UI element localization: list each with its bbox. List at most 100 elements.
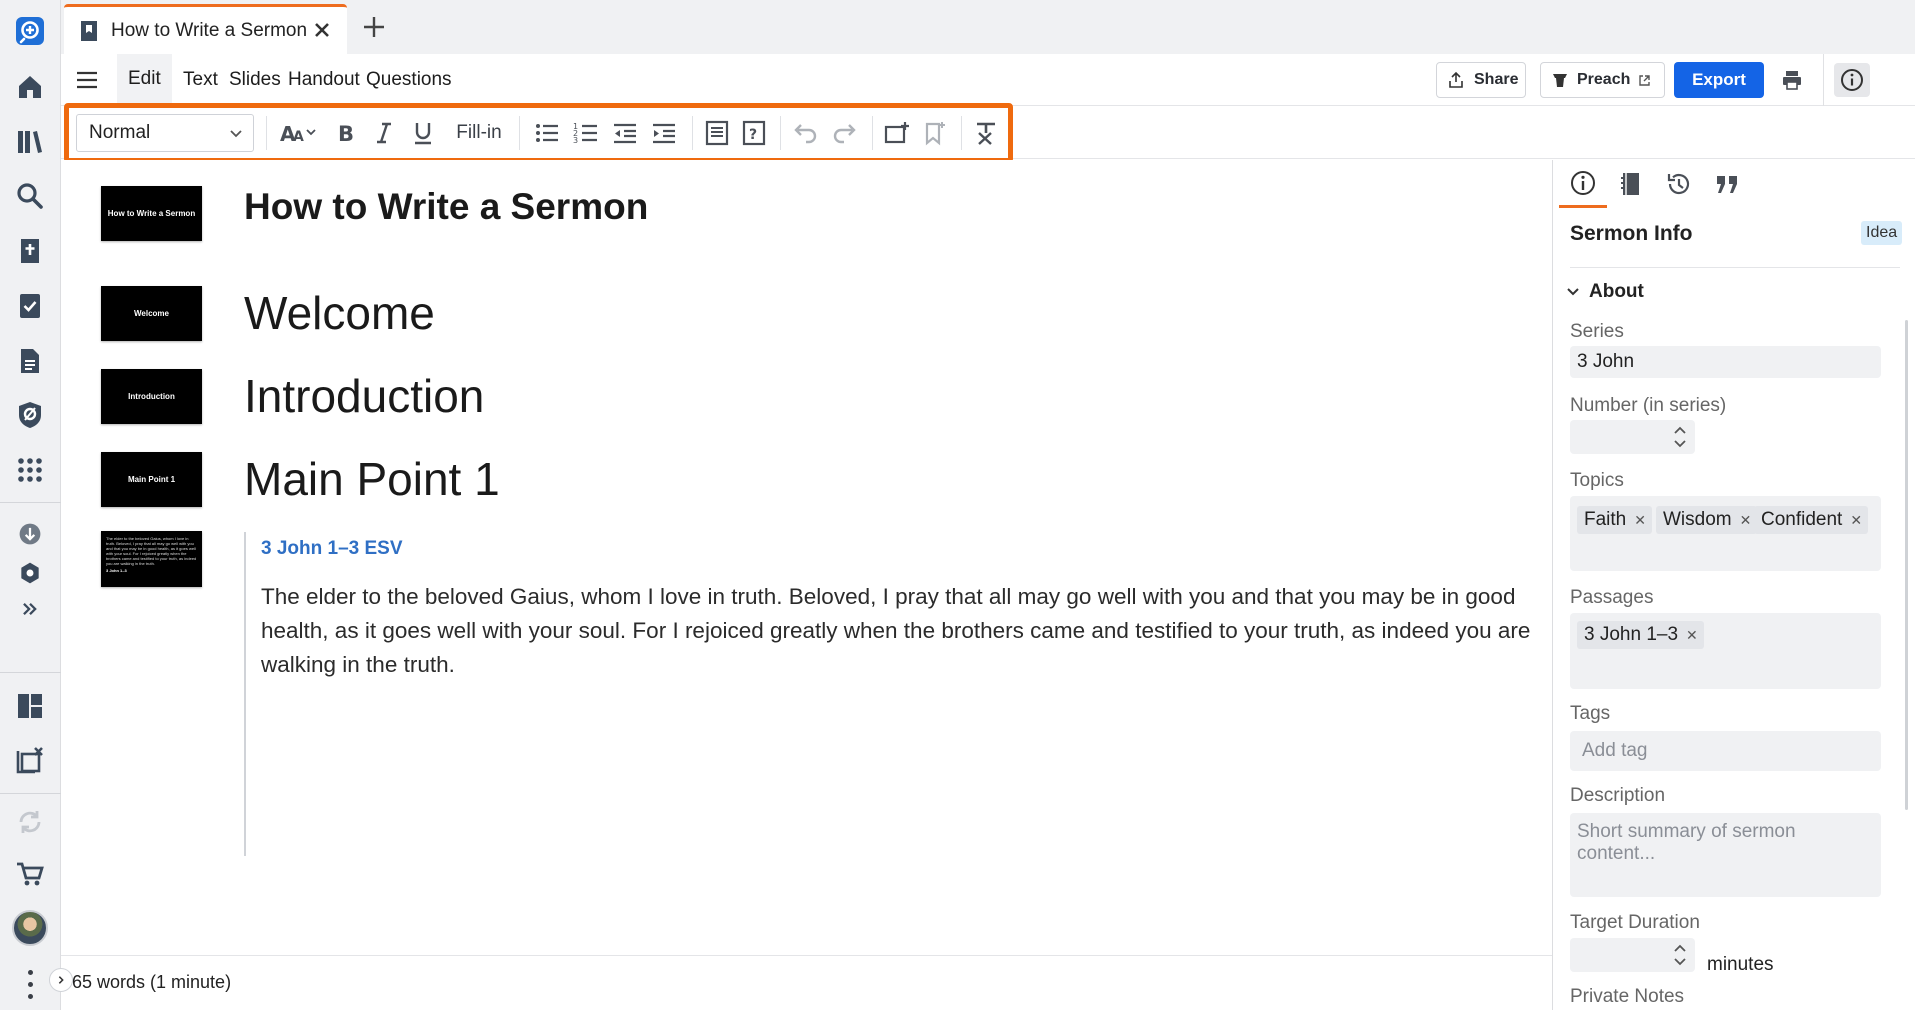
tab-title: How to Write a Sermon (111, 19, 308, 41)
block-insert-icon[interactable] (701, 115, 733, 151)
hamburger-menu-icon[interactable] (75, 68, 99, 92)
notebook-icon (1621, 173, 1639, 195)
remove-chip-icon[interactable]: ✕ (1634, 512, 1646, 529)
scripture-reference-link[interactable]: 3 John 1–3 ESV (261, 538, 1534, 560)
logos-logo-icon[interactable] (8, 9, 52, 53)
chevron-right-icon[interactable] (49, 968, 73, 992)
remove-chip-icon[interactable]: ✕ (1740, 512, 1752, 529)
bulleted-list-icon[interactable] (531, 115, 563, 151)
sermon-icon[interactable] (8, 229, 52, 273)
italic-icon[interactable] (369, 115, 399, 151)
slide-thumbnail[interactable]: How to Write a Sermon (101, 186, 202, 241)
numbered-list-icon[interactable]: 123 (570, 115, 602, 151)
export-button[interactable]: Export (1674, 62, 1764, 98)
toolbar-divider (780, 116, 781, 150)
font-size-icon[interactable]: AA (279, 115, 321, 151)
status-badge[interactable]: Idea (1861, 221, 1903, 245)
chevron-down-icon (1567, 288, 1579, 296)
sermon-title[interactable]: How to Write a Sermon (244, 186, 648, 228)
search-icon[interactable] (8, 174, 52, 218)
description-textarea[interactable]: Short summary of sermon content... (1570, 813, 1881, 897)
slide-thumbnail[interactable]: Main Point 1 (101, 452, 202, 507)
slide-thumbnail[interactable]: The elder to the beloved Gaius, whom I l… (101, 531, 202, 587)
panel-divider (1570, 267, 1900, 268)
library-icon[interactable] (8, 120, 52, 164)
topic-chip[interactable]: Faith ✕ (1577, 506, 1652, 534)
remove-chip-icon[interactable]: ✕ (1850, 512, 1862, 529)
svg-text:A: A (293, 129, 304, 145)
thumbnail-verse-text: The elder to the beloved Gaius, whom I l… (106, 536, 197, 566)
menu-questions[interactable]: Questions (355, 54, 463, 106)
tab-history[interactable] (1655, 160, 1703, 208)
duration-label: Target Duration (1570, 912, 1700, 933)
expand-icon[interactable] (8, 587, 52, 631)
slide-thumbnail[interactable]: Welcome (101, 286, 202, 341)
new-tab-plus-icon[interactable] (361, 14, 387, 40)
menu-edit[interactable]: Edit (117, 54, 172, 106)
add-slide-icon[interactable] (881, 115, 913, 151)
preach-label: Preach (1577, 71, 1631, 88)
slide-thumbnail[interactable]: Introduction (101, 369, 202, 424)
passage-chip[interactable]: 3 John 1–3 ✕ (1577, 621, 1704, 649)
question-insert-icon[interactable]: ? (738, 115, 770, 151)
redo-icon[interactable] (829, 115, 861, 151)
paragraph-style-select[interactable]: Normal (76, 114, 254, 152)
fill-in-button[interactable]: Fill-in (453, 115, 505, 151)
duration-unit: minutes (1707, 954, 1774, 975)
remove-chip-icon[interactable]: ✕ (1686, 627, 1698, 644)
layout-icon[interactable] (8, 684, 52, 728)
clear-formatting-icon[interactable] (970, 115, 1002, 151)
stepper-arrows-icon[interactable] (1673, 424, 1687, 450)
preach-button[interactable]: Preach (1540, 62, 1665, 98)
topic-chip-label: Faith (1584, 509, 1627, 530)
series-field[interactable]: 3 John (1570, 346, 1881, 378)
document-icon[interactable] (8, 339, 52, 383)
checklist-icon[interactable] (8, 284, 52, 328)
print-icon[interactable] (1777, 65, 1807, 95)
section-heading[interactable]: Introduction (244, 369, 484, 423)
series-number-stepper[interactable] (1570, 420, 1695, 454)
duration-stepper[interactable] (1570, 938, 1695, 972)
underline-icon[interactable] (408, 115, 438, 151)
indent-icon[interactable] (648, 115, 680, 151)
panel-title: Sermon Info (1570, 222, 1693, 245)
sermon-editor[interactable]: How to Write a Sermon How to Write a Ser… (61, 160, 1552, 955)
tab-document[interactable]: How to Write a Sermon (64, 4, 347, 54)
topics-field[interactable]: Faith ✕ Wisdom ✕ Confident ✕ (1570, 496, 1881, 571)
share-button[interactable]: Share (1436, 62, 1526, 98)
topic-chip[interactable]: Confident ✕ (1754, 506, 1869, 534)
scripture-block[interactable]: 3 John 1–3 ESV The elder to the beloved … (244, 532, 1534, 856)
toolbar-divider (519, 116, 520, 150)
close-icon[interactable] (311, 19, 333, 41)
home-icon[interactable] (8, 65, 52, 109)
outdent-icon[interactable] (609, 115, 641, 151)
panel-scrollbar[interactable] (1905, 320, 1908, 810)
add-bookmark-icon[interactable] (919, 115, 951, 151)
more-vertical-icon[interactable] (20, 966, 40, 1002)
topic-chip[interactable]: Wisdom ✕ (1656, 506, 1758, 534)
stepper-arrows-icon[interactable] (1673, 942, 1687, 968)
series-label: Series (1570, 321, 1624, 342)
passage-chip-label: 3 John 1–3 (1584, 624, 1679, 645)
factbook-icon[interactable] (8, 393, 52, 437)
share-label: Share (1474, 71, 1519, 88)
tab-notebook[interactable] (1607, 160, 1655, 208)
undo-icon[interactable] (789, 115, 821, 151)
section-heading[interactable]: Welcome (244, 286, 435, 340)
passages-field[interactable]: 3 John 1–3 ✕ (1570, 613, 1881, 689)
tags-input[interactable]: Add tag (1570, 731, 1881, 771)
apps-icon[interactable] (8, 448, 52, 492)
tab-info[interactable] (1559, 160, 1607, 208)
download-icon[interactable] (8, 512, 52, 556)
avatar[interactable] (12, 910, 48, 946)
about-section-toggle[interactable]: About (1565, 274, 1644, 310)
section-heading[interactable]: Main Point 1 (244, 452, 500, 506)
scripture-text[interactable]: The elder to the beloved Gaius, whom I l… (261, 580, 1534, 682)
close-panels-icon[interactable] (8, 738, 52, 782)
tab-quotes[interactable] (1703, 160, 1751, 208)
info-toggle-icon[interactable] (1834, 63, 1870, 97)
rail-divider (0, 502, 61, 503)
sync-icon[interactable] (8, 800, 52, 844)
cart-icon[interactable] (8, 852, 52, 896)
bold-icon[interactable]: B (330, 115, 360, 151)
